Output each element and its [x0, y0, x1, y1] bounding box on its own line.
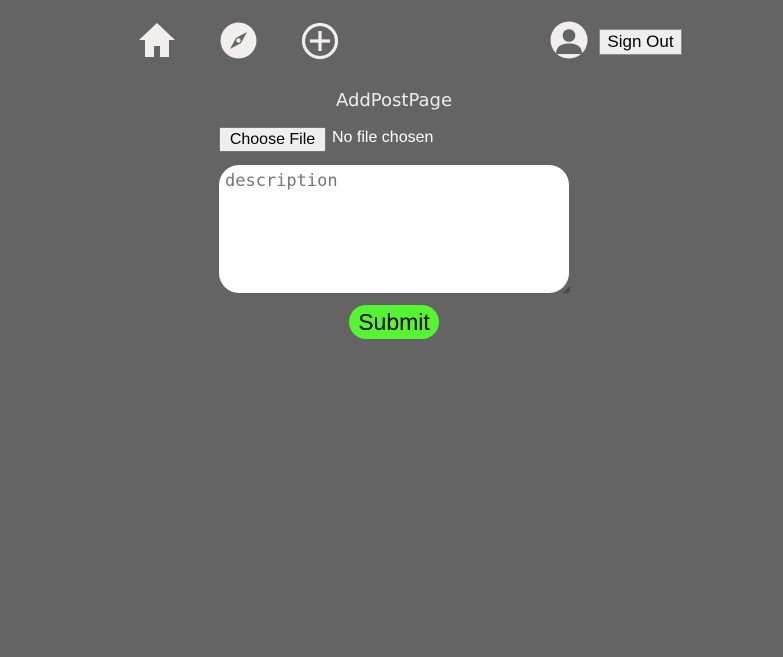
user-avatar-icon[interactable] [550, 21, 588, 59]
description-input[interactable] [219, 165, 569, 293]
compass-icon[interactable] [220, 22, 257, 59]
submit-button[interactable]: Submit [349, 305, 439, 339]
file-status-text: No file chosen [332, 129, 434, 146]
page-title: AddPostPage [335, 90, 453, 111]
choose-file-button[interactable]: Choose File [219, 127, 326, 152]
sign-out-button[interactable]: Sign Out [599, 29, 682, 55]
add-post-icon[interactable] [301, 22, 339, 60]
textarea-resize-handle[interactable] [561, 284, 571, 294]
home-icon[interactable] [138, 22, 176, 58]
